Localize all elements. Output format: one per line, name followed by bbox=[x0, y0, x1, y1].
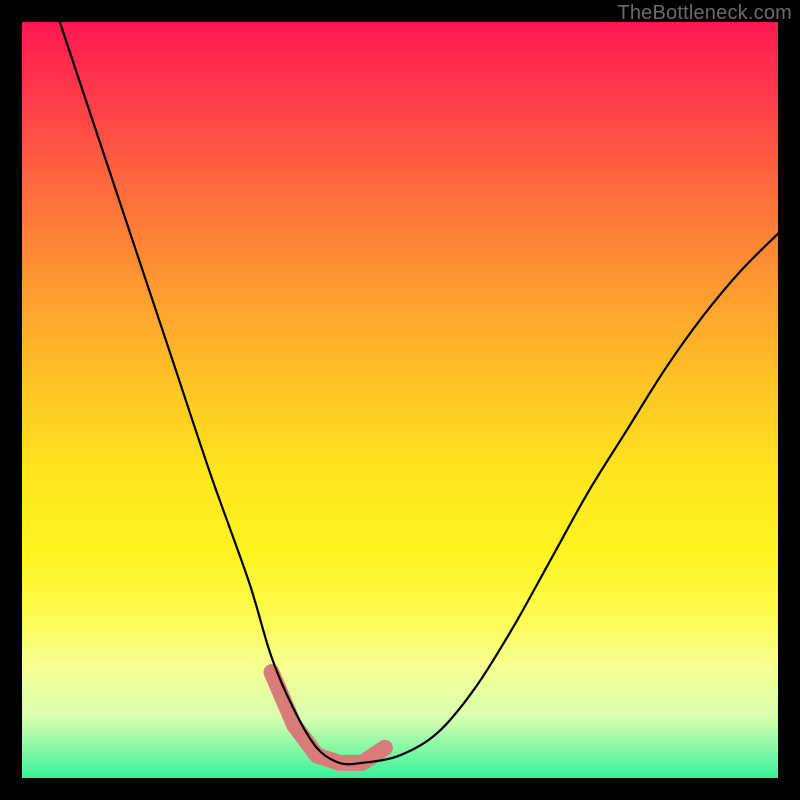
chart-area bbox=[22, 22, 778, 778]
watermark-text: TheBottleneck.com bbox=[617, 2, 792, 25]
optimal-band-marker bbox=[272, 672, 385, 763]
bottleneck-plot bbox=[22, 22, 778, 778]
bottleneck-curve bbox=[60, 22, 778, 764]
